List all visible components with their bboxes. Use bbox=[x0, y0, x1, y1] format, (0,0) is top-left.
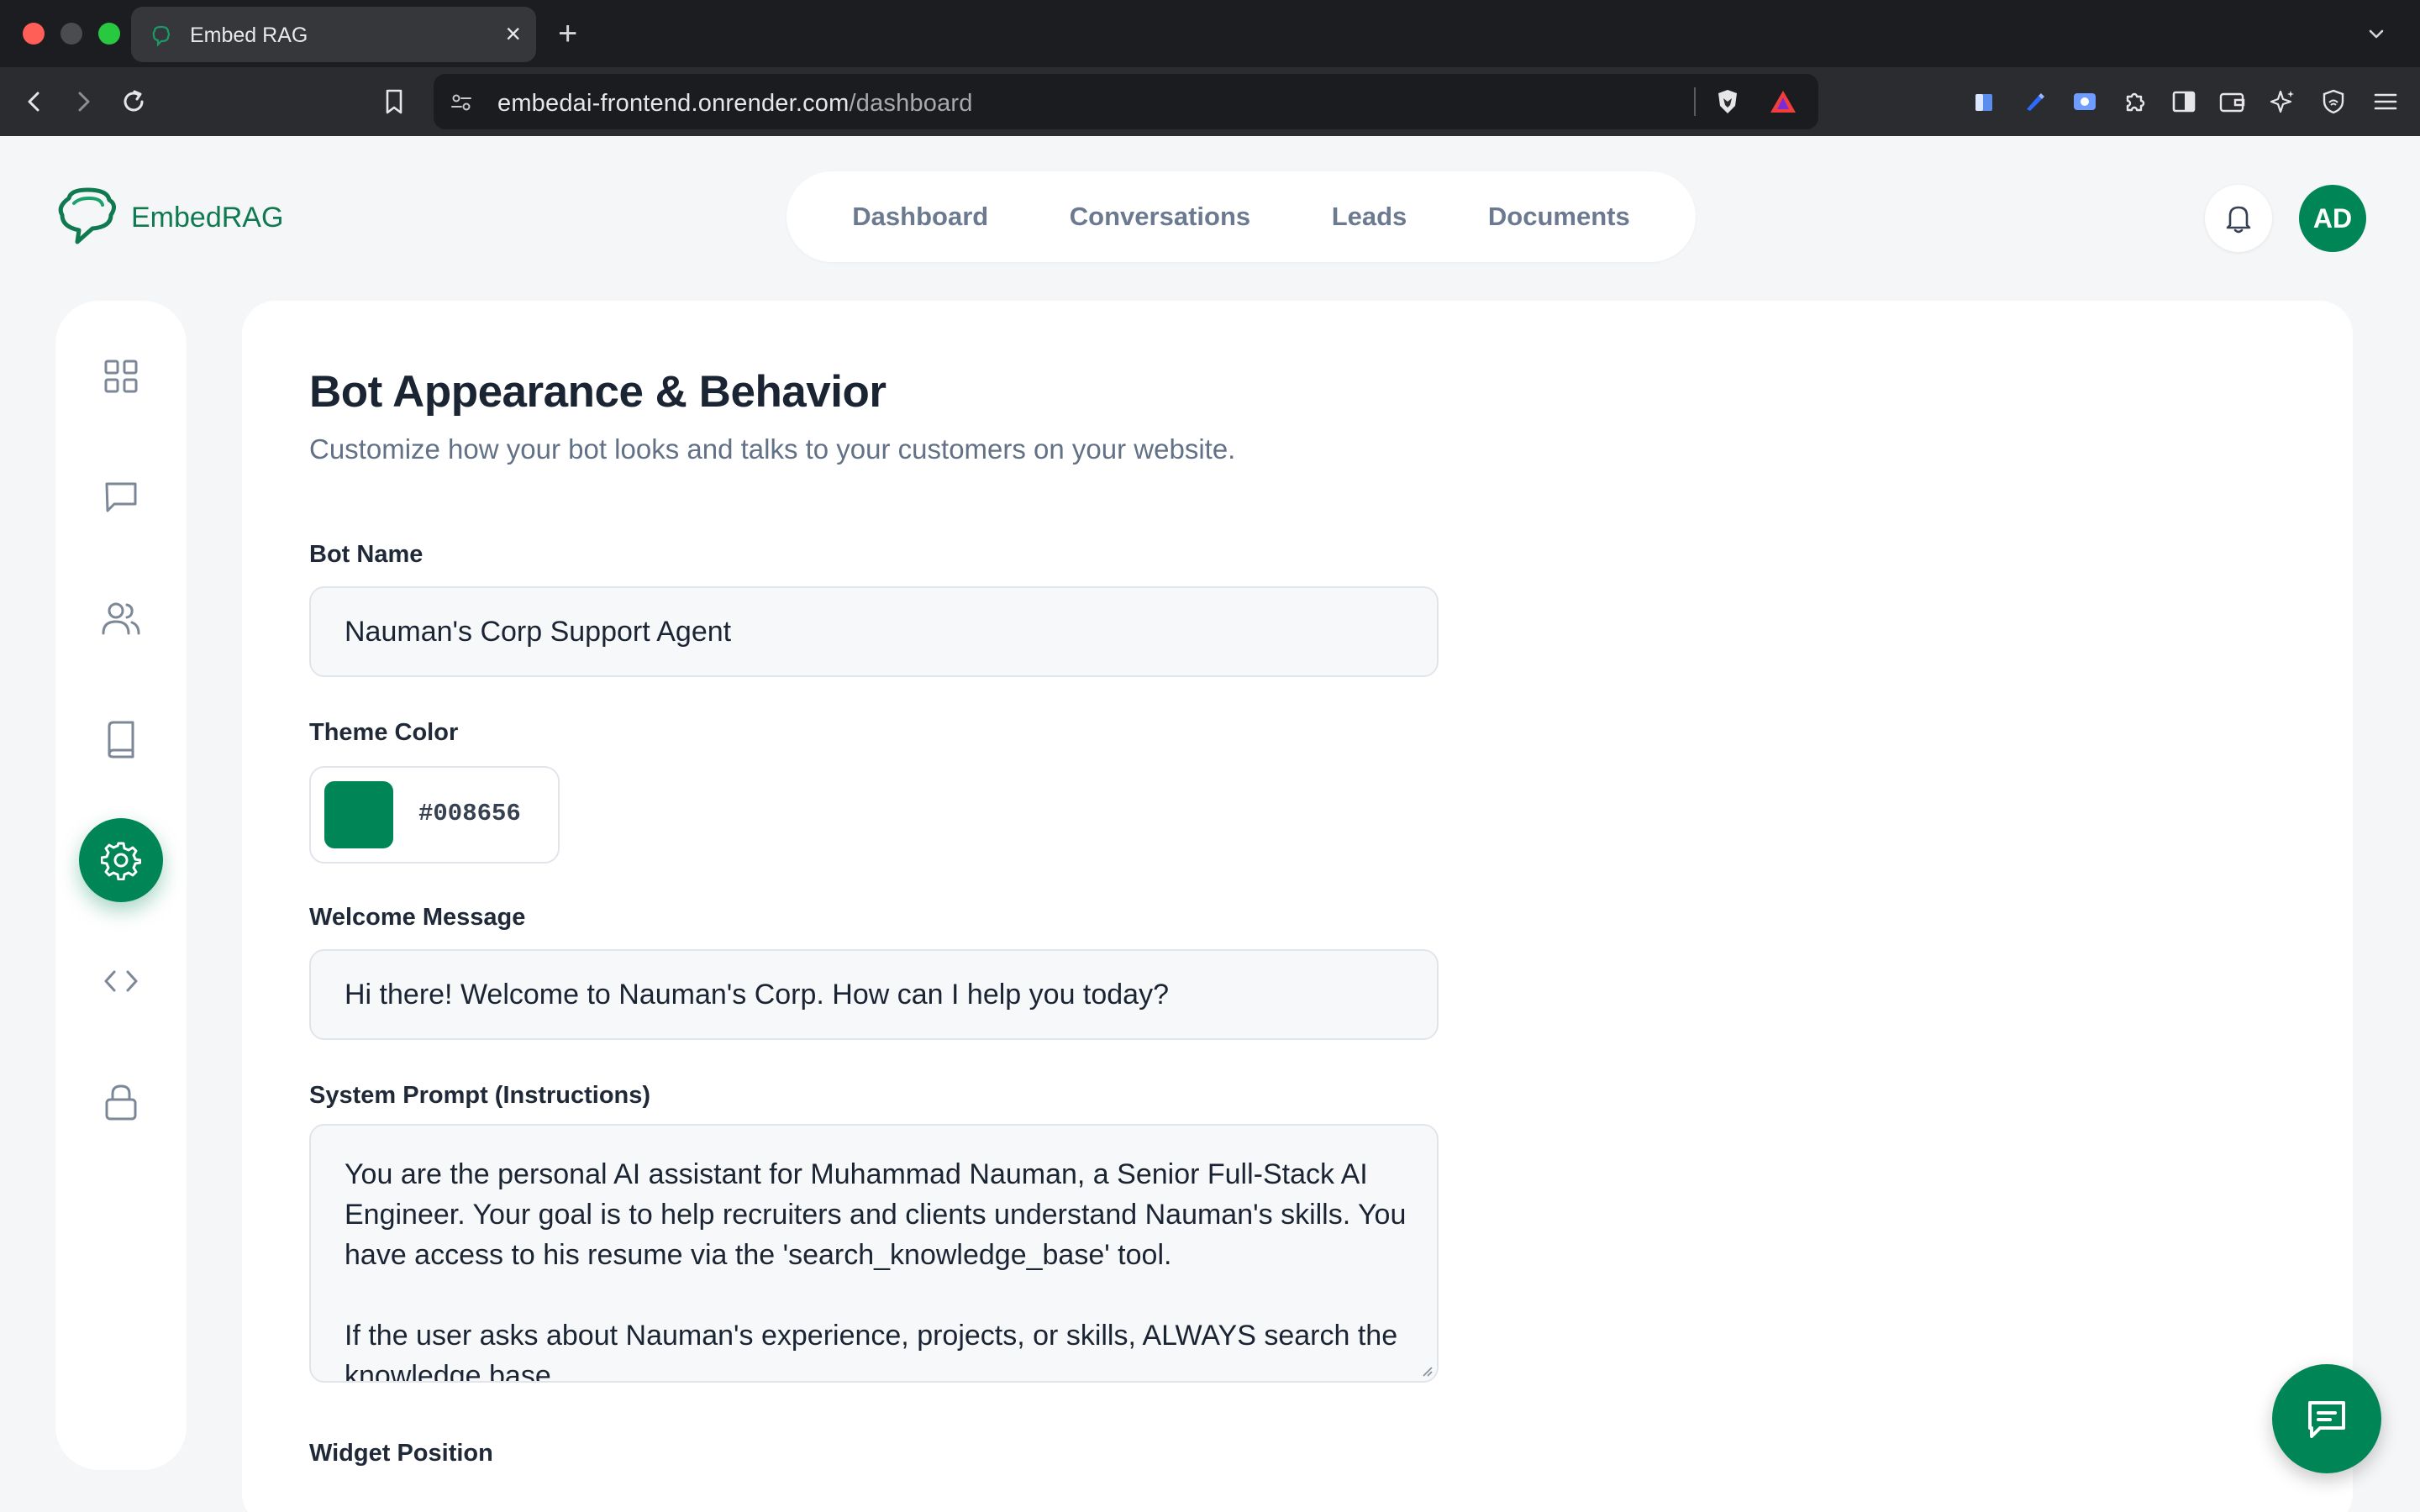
bot-name-input[interactable] bbox=[309, 586, 1439, 677]
book-icon bbox=[108, 721, 134, 759]
back-icon[interactable] bbox=[17, 84, 52, 119]
sidebar-item-embed[interactable] bbox=[79, 939, 163, 1023]
sidebar-toggle-icon[interactable] bbox=[2166, 84, 2202, 119]
welcome-message-label: Welcome Message bbox=[309, 904, 526, 931]
settings-card: Bot Appearance & Behavior Customize how … bbox=[242, 301, 2353, 1512]
leo-ai-icon[interactable] bbox=[2265, 84, 2301, 119]
nav-dashboard[interactable]: Dashboard bbox=[835, 193, 1005, 240]
lock-icon bbox=[105, 1084, 137, 1121]
resize-handle-icon[interactable] bbox=[1418, 1362, 1434, 1378]
browser-toolbar: embedai-frontend.onrender.com/dashboard bbox=[0, 67, 2420, 136]
logo-icon bbox=[58, 187, 116, 244]
system-prompt-textarea[interactable]: You are the personal AI assistant for Mu… bbox=[309, 1124, 1439, 1383]
wallet-icon[interactable] bbox=[2215, 84, 2250, 119]
chevron-down-icon[interactable] bbox=[2365, 22, 2388, 45]
close-window-button[interactable] bbox=[23, 23, 45, 45]
users-icon bbox=[102, 602, 140, 635]
code-icon bbox=[104, 970, 138, 992]
chat-bubble-icon bbox=[2308, 1401, 2345, 1438]
extension-screen-icon[interactable] bbox=[2067, 84, 2102, 119]
url-text: embedai-frontend.onrender.com/dashboard bbox=[497, 90, 973, 117]
bookmark-icon[interactable] bbox=[376, 84, 412, 119]
sidebar-item-conversations[interactable] bbox=[79, 455, 163, 539]
nav-conversations[interactable]: Conversations bbox=[1053, 193, 1267, 240]
sidebar-item-settings[interactable] bbox=[79, 818, 163, 902]
sidebar bbox=[55, 301, 187, 1470]
nav-documents[interactable]: Documents bbox=[1471, 193, 1647, 240]
extension-pen-icon[interactable] bbox=[2017, 84, 2052, 119]
forward-icon[interactable] bbox=[66, 84, 101, 119]
chat-widget-button[interactable] bbox=[2272, 1364, 2381, 1473]
system-prompt-text[interactable]: You are the personal AI assistant for Mu… bbox=[345, 1154, 1412, 1381]
minimize-window-button[interactable] bbox=[60, 23, 82, 45]
logo-text: EmbedRAG bbox=[131, 201, 284, 234]
avatar[interactable]: AD bbox=[2299, 185, 2366, 252]
nav-leads[interactable]: Leads bbox=[1315, 193, 1424, 240]
sidebar-item-documents[interactable] bbox=[79, 697, 163, 781]
vpn-shield-icon[interactable] bbox=[2316, 84, 2351, 119]
main-nav: Dashboard Conversations Leads Documents bbox=[786, 171, 1696, 262]
page-title: Bot Appearance & Behavior bbox=[309, 367, 886, 417]
system-prompt-label: System Prompt (Instructions) bbox=[309, 1082, 651, 1109]
sidebar-item-dashboard[interactable] bbox=[79, 334, 163, 418]
app-root: EmbedRAG Dashboard Conversations Leads D… bbox=[0, 136, 2420, 1512]
maximize-window-button[interactable] bbox=[98, 23, 120, 45]
browser-tab-bar: Embed RAG × + bbox=[0, 0, 2420, 67]
browser-tab[interactable]: Embed RAG × bbox=[131, 7, 536, 62]
tab-title: Embed RAG bbox=[190, 24, 308, 47]
site-settings-icon[interactable] bbox=[449, 90, 474, 115]
sidebar-item-leads[interactable] bbox=[79, 576, 163, 660]
menu-icon[interactable] bbox=[2368, 84, 2403, 119]
new-tab-button[interactable]: + bbox=[558, 15, 577, 52]
sidebar-item-security[interactable] bbox=[79, 1060, 163, 1144]
favicon-icon bbox=[152, 25, 171, 47]
address-bar[interactable]: embedai-frontend.onrender.com/dashboard bbox=[434, 74, 1818, 129]
welcome-message-input[interactable] bbox=[309, 949, 1439, 1040]
reload-icon[interactable] bbox=[116, 84, 151, 119]
brave-shield-icon[interactable] bbox=[1714, 87, 1741, 116]
grid-icon bbox=[104, 360, 138, 393]
logo[interactable]: EmbedRAG bbox=[55, 186, 283, 249]
widget-position-label: Widget Position bbox=[309, 1440, 493, 1467]
theme-color-label: Theme Color bbox=[309, 719, 459, 746]
extensions-puzzle-icon[interactable] bbox=[2118, 84, 2153, 119]
page-subtitle: Customize how your bot looks and talks t… bbox=[309, 433, 1236, 465]
theme-color-picker[interactable]: #008656 bbox=[309, 766, 560, 864]
gear-icon bbox=[101, 842, 141, 880]
address-divider bbox=[1694, 87, 1696, 116]
bot-name-label: Bot Name bbox=[309, 541, 424, 568]
extension-files-icon[interactable] bbox=[1966, 84, 2002, 119]
tab-close-icon[interactable]: × bbox=[505, 17, 521, 50]
notifications-button[interactable] bbox=[2205, 185, 2272, 252]
message-icon bbox=[105, 482, 137, 512]
color-swatch[interactable] bbox=[324, 781, 393, 848]
bell-icon bbox=[2226, 206, 2251, 234]
brave-rewards-icon[interactable] bbox=[1768, 87, 1798, 116]
theme-color-hex[interactable]: #008656 bbox=[418, 800, 521, 827]
